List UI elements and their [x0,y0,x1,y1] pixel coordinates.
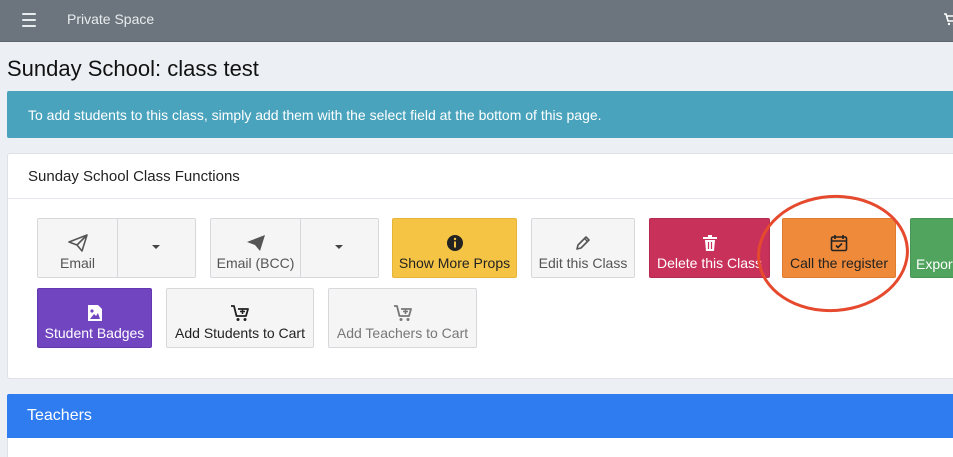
show-more-props-button[interactable]: Show More Props [392,218,517,278]
teachers-card-body [7,438,953,457]
email-bcc-label: Email (BCC) [216,255,295,271]
delete-class-label: Delete this Class [656,255,763,271]
paper-plane-outline-icon [67,234,88,252]
paper-plane-icon [246,235,265,251]
chevron-down-icon [152,245,160,249]
email-bcc-dropdown-toggle[interactable] [300,219,378,277]
edit-class-button[interactable]: Edit this Class [531,218,635,278]
page-title: Sunday School: class test [7,56,259,81]
card-header: Sunday School Class Functions [8,154,953,199]
email-button[interactable]: Email [38,219,117,277]
show-more-props-label: Show More Props [398,255,511,271]
info-circle-icon [446,235,463,251]
email-bcc-button[interactable]: Email (BCC) [211,219,300,277]
student-badges-label: Student Badges [44,325,145,341]
cart-plus-icon [231,305,249,321]
add-teachers-to-cart-label: Add Teachers to Cart [336,325,469,341]
edit-class-label: Edit this Class [538,255,628,271]
add-students-to-cart-button[interactable]: Add Students to Cart [166,288,314,348]
cart-icon[interactable] [943,12,953,29]
teachers-card-header: Teachers [7,394,953,438]
cart-plus-icon [393,305,412,321]
chevron-down-icon [335,245,343,249]
trash-icon [702,235,717,251]
teachers-title: Teachers [27,407,92,424]
menu-icon[interactable] [22,13,36,27]
info-alert: To add students to this class, simply ad… [7,91,953,138]
call-register-label: Call the register [789,255,889,271]
pencil-icon [576,236,590,250]
add-teachers-to-cart-button[interactable]: Add Teachers to Cart [328,288,477,348]
email-dropdown-toggle[interactable] [117,219,195,277]
delete-class-button[interactable]: Delete this Class [649,218,770,278]
brand-link[interactable]: Private Space [67,11,154,27]
alert-text: To add students to this class, simply ad… [28,107,602,123]
email-split-button: Email [37,218,196,278]
calendar-check-icon [830,235,848,252]
student-badges-button[interactable]: Student Badges [37,288,152,348]
add-students-to-cart-label: Add Students to Cart [175,325,305,341]
email-bcc-split-button: Email (BCC) [210,218,379,278]
image-icon [87,305,102,321]
export-button[interactable]: Export [910,218,953,278]
export-label: Export [916,256,953,272]
top-navbar: Private Space [0,0,953,42]
call-register-button[interactable]: Call the register [782,218,896,278]
email-label: Email [59,255,95,271]
